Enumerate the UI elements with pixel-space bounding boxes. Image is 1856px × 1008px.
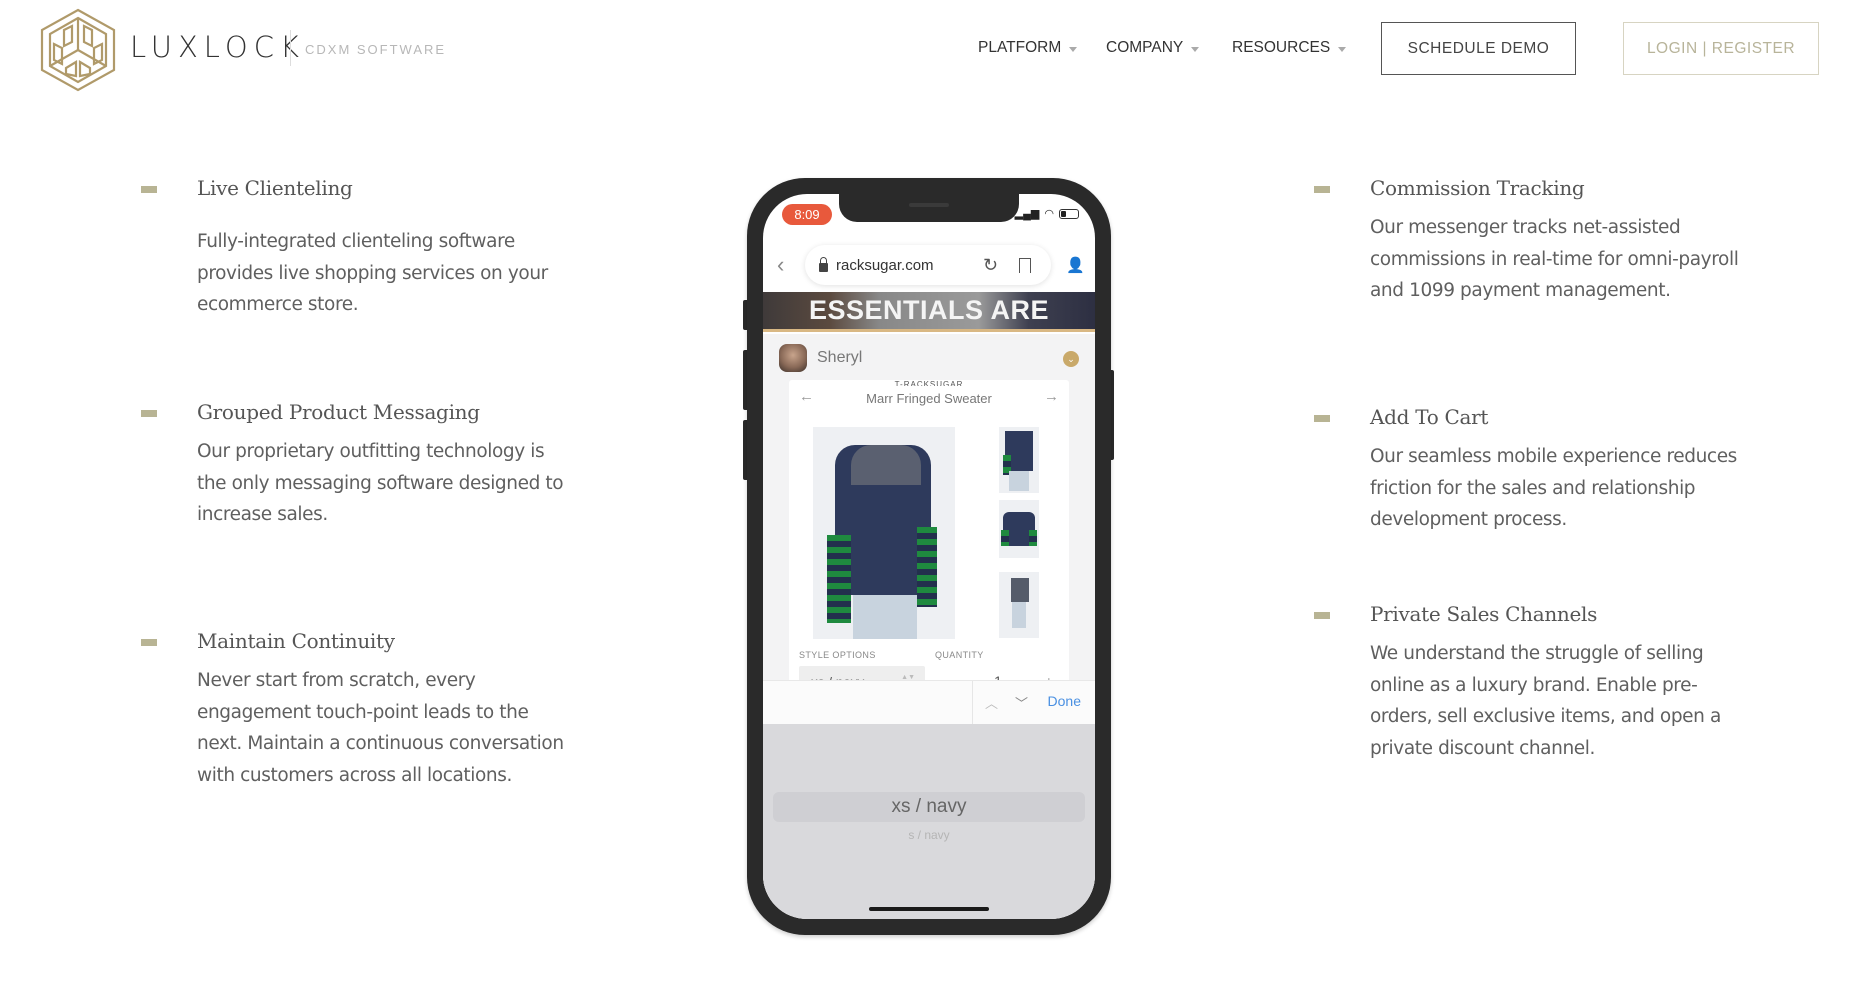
feature-grouped-product-messaging: Grouped Product Messaging Our proprietar… [141,398,577,531]
nav-platform-label: PLATFORM [978,39,1062,56]
status-icons: ▂▄▆ ◠ [1015,207,1079,220]
reload-icon[interactable]: ↻ [983,255,998,276]
browser-toolbar: ‹ racksugar.com ↻ 👤 [763,238,1095,292]
product-thumbnail[interactable] [999,500,1039,558]
feature-title: Maintain Continuity [197,629,395,653]
chevron-down-icon[interactable]: ⌄ [1063,351,1079,367]
bullet-dash-icon [141,410,157,417]
product-thumbnail[interactable] [999,572,1039,638]
nav-resources-label: RESOURCES [1232,39,1331,56]
bullet-dash-icon [1314,612,1330,619]
product-title: Marr Fringed Sweater [866,391,992,406]
wifi-icon: ◠ [1044,208,1054,220]
picker-selected-row[interactable]: xs / navy [773,792,1085,822]
feature-text: We understand the struggle of selling on… [1370,643,1721,759]
feature-add-to-cart: Add To Cart Our seamless mobile experien… [1314,403,1750,536]
site-banner: ESSENTIALS ARE [763,292,1095,332]
caret-down-icon [1338,46,1347,52]
luxlock-logo-icon[interactable] [40,8,116,92]
bullet-dash-icon [141,186,157,193]
chevron-up-icon[interactable]: ︿ [985,693,998,712]
schedule-demo-button[interactable]: SCHEDULE DEMO [1381,22,1576,75]
nav-company[interactable]: COMPANY [1106,39,1200,57]
speaker-person-icon[interactable]: 👤 [1066,256,1085,274]
feature-title: Grouped Product Messaging [197,400,480,424]
nav-resources[interactable]: RESOURCES [1232,39,1347,57]
chat-header: Sheryl [779,344,862,372]
feature-text: Fully-integrated clienteling software pr… [197,231,548,315]
back-chevron-icon[interactable]: ‹ [777,252,784,278]
style-options-label: STYLE OPTIONS [799,650,876,660]
phone-notch [839,194,1019,222]
url-bar[interactable]: racksugar.com [805,245,1051,285]
phone-screen: 8:09 ▂▄▆ ◠ ‹ racksugar.com ↻ 👤 ESSENTIAL… [763,194,1095,919]
caret-down-icon [1069,46,1078,52]
url-text: racksugar.com [836,256,934,274]
feature-text: Our proprietary outfitting technology is… [197,441,564,525]
product-main-image[interactable] [813,427,955,639]
feature-private-sales-channels: Private Sales Channels We understand the… [1314,600,1750,764]
battery-icon [1059,208,1079,219]
feature-live-clienteling: Live Clienteling Fully-integrated client… [141,174,577,321]
bullet-dash-icon [1314,186,1330,193]
quantity-label: QUANTITY [935,650,984,660]
nav-platform[interactable]: PLATFORM [978,39,1078,57]
done-button[interactable]: Done [1048,693,1081,709]
feature-text: Our seamless mobile experience reduces f… [1370,446,1737,530]
arrow-right-icon[interactable]: → [1044,388,1059,405]
brand-tagline: CDXM SOFTWARE [305,42,447,57]
feature-title: Commission Tracking [1370,176,1585,200]
agent-avatar [779,344,807,372]
picker-next-row[interactable]: s / navy [763,828,1095,842]
product-thumbnail[interactable] [999,427,1039,493]
feature-text: Never start from scratch, every engageme… [197,670,564,786]
bullet-dash-icon [141,639,157,646]
feature-maintain-continuity: Maintain Continuity Never start from scr… [141,627,577,791]
feature-title: Private Sales Channels [1370,602,1598,626]
caret-down-icon [1191,46,1200,52]
product-brand: T-RACKSUGAR [894,380,964,386]
login-register-button[interactable]: LOGIN | REGISTER [1623,22,1819,75]
brand-name[interactable]: LUXLOCK [130,30,305,64]
feature-text: Our messenger tracks net-assisted commis… [1370,217,1739,301]
nav-company-label: COMPANY [1106,39,1184,56]
feature-title: Add To Cart [1370,405,1489,429]
lock-icon [819,256,828,272]
home-indicator[interactable] [869,907,989,911]
agent-name: Sheryl [817,349,863,366]
phone-mockup: 8:09 ▂▄▆ ◠ ‹ racksugar.com ↻ 👤 ESSENTIAL… [747,178,1111,935]
option-picker[interactable]: xs / navy s / navy [763,724,1095,919]
chevron-down-icon[interactable]: ﹀ [1015,693,1028,712]
feature-title: Live Clienteling [197,176,353,200]
status-time: 8:09 [782,204,832,225]
keyboard-toolbar: ︿ ﹀ Done [763,680,1095,725]
feature-commission-tracking: Commission Tracking Our messenger tracks… [1314,174,1750,307]
brand-divider [290,30,291,66]
bullet-dash-icon [1314,415,1330,422]
signal-icon: ▂▄▆ [1014,208,1040,220]
bookmark-icon[interactable] [1019,257,1031,273]
